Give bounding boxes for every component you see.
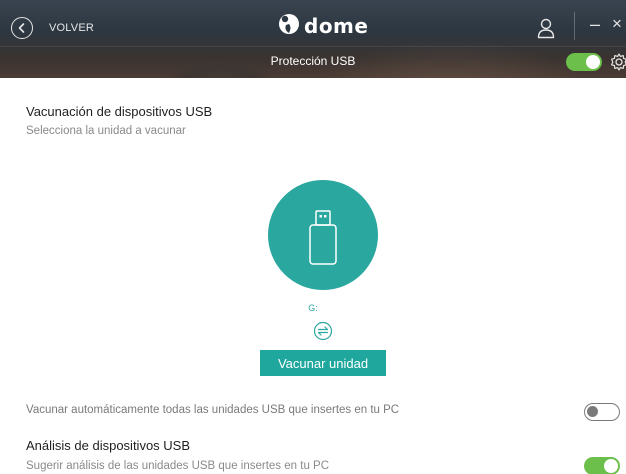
vaccinate-drive-button[interactable]: Vacunar unidad [260,350,386,376]
user-icon[interactable] [537,17,555,39]
page-title: Protección USB [270,54,356,68]
back-button-label[interactable]: VOLVER [49,22,94,34]
auto-vaccinate-toggle[interactable] [584,403,620,421]
usb-drive-selector[interactable] [268,180,378,290]
minimize-icon[interactable]: – [590,14,600,35]
close-icon[interactable]: × [612,14,622,34]
refresh-arrows-icon[interactable] [313,321,333,341]
vaccination-section-title: Vacunación de dispositivos USB [26,104,213,119]
usb-analysis-subtitle: Sugerir análisis de las unidades USB que… [26,460,330,472]
usb-analysis-title: Análisis de dispositivos USB [26,438,191,453]
auto-vaccinate-label: Vacunar automáticamente todas las unidad… [26,404,400,416]
back-icon[interactable] [11,17,33,39]
app-logo: dome [278,13,369,40]
vaccination-section-subtitle: Selecciona la unidad a vacunar [26,125,186,137]
panda-logo-icon [278,13,300,40]
usb-analysis-toggle[interactable] [584,457,620,474]
usb-protection-toggle[interactable] [566,53,602,71]
usb-drive-icon [309,210,337,265]
gear-icon[interactable] [609,52,626,72]
drive-letter-label: G: [308,303,318,313]
app-window: VOLVER dome – × Protección USB Vacunació… [0,0,626,474]
header-bar: VOLVER dome – × Protección USB [0,0,626,78]
logo-text: dome [304,14,369,38]
